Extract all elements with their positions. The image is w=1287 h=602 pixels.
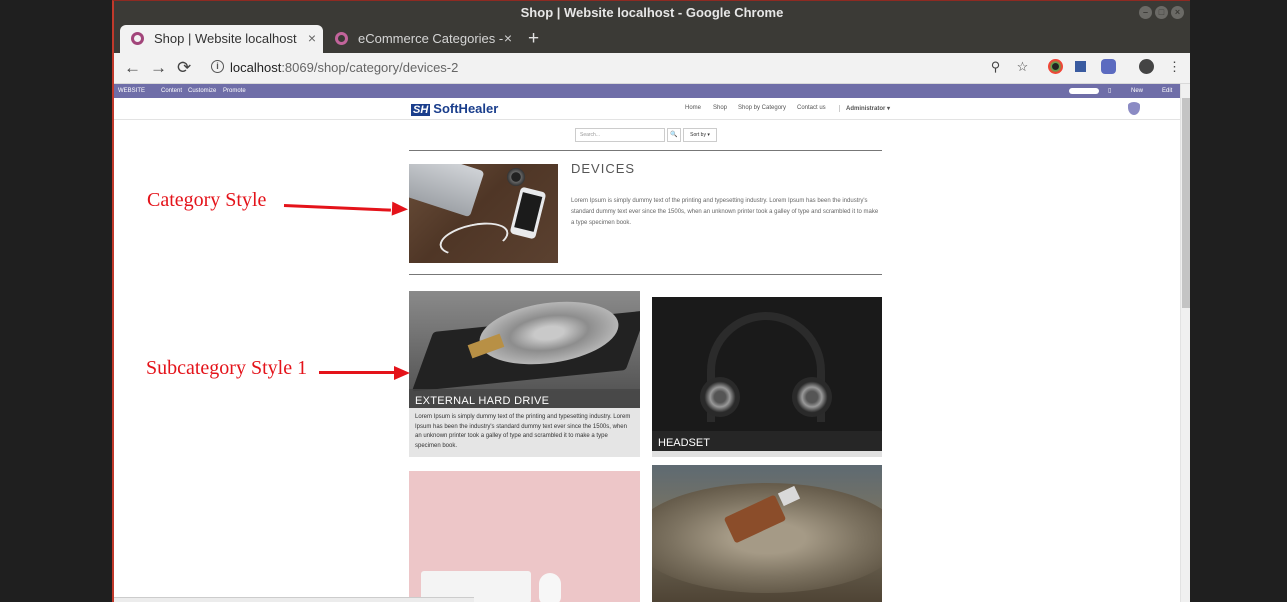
nav-shop[interactable]: Shop [713,105,727,111]
category-description: Lorem Ipsum is simply dummy text of the … [571,198,879,226]
publish-toggle[interactable] [1069,88,1099,94]
status-bar [114,597,474,602]
odoo-favicon-icon [335,32,348,45]
annotation-arrow [283,204,391,212]
subcategory-title: EXTERNAL HARD DRIVE [415,395,550,407]
extension-shield-icon[interactable] [1101,59,1116,74]
search-icon: 🔍 [670,132,678,138]
edit-button[interactable]: Edit [1162,84,1172,98]
mobile-preview-icon[interactable]: ▯ [1108,84,1111,98]
close-window-button[interactable]: × [1171,6,1184,19]
softhealer-logo[interactable]: SH SoftHealer [411,101,498,116]
tab-strip: Shop | Website localhost × eCommerce Cat… [114,25,1190,53]
headset-cup-right [792,377,832,417]
sort-by-dropdown[interactable]: Sort by ▾ [683,128,717,142]
new-tab-button[interactable]: + [528,25,539,53]
new-button[interactable]: New [1131,84,1143,98]
promote-menu[interactable]: Promote [223,84,246,98]
arrow-head-icon [391,201,409,217]
desktop-background-left [0,0,112,602]
extension-color-icon[interactable] [1048,59,1063,74]
tab-shop[interactable]: Shop | Website localhost × [120,25,323,53]
minimize-button[interactable]: – [1139,6,1152,19]
forward-button[interactable]: → [150,58,167,78]
subcategory-description: Lorem Ipsum is simply dummy text of the … [415,414,631,449]
subcategory-title: HEADSET [658,437,710,449]
content-menu[interactable]: Content [161,84,182,98]
annotation-subcategory-style: Subcategory Style 1 [146,357,308,379]
mouse-illustration [539,573,561,602]
tab-ecommerce-categories[interactable]: eCommerce Categories - × [324,25,519,53]
profile-avatar-icon[interactable] [1139,59,1154,74]
logo-mark: SH [411,104,431,116]
nav-shop-by-category[interactable]: Shop by Category [738,105,786,111]
chrome-menu-icon[interactable]: ⋮ [1167,59,1182,74]
subcategory-card-usb[interactable] [652,465,882,602]
tab-close-icon[interactable]: × [504,25,512,52]
logo-text: SoftHealer [433,101,499,116]
odoo-website-bar: WEBSITE Content Customize Promote ▯ New … [114,84,1180,98]
window-title: Shop | Website localhost - Google Chrome [520,5,784,20]
nav-home[interactable]: Home [685,105,701,111]
search-button[interactable]: 🔍 [667,128,681,142]
url-host: localhost [230,60,282,75]
odoo-favicon-icon [131,32,144,45]
url-path: :8069/shop/category/devices-2 [281,60,459,75]
tab-close-icon[interactable]: × [308,25,316,52]
tab-label: Shop | Website localhost [154,31,297,46]
divider [409,274,882,275]
headset-cup-left [700,377,740,417]
address-bar[interactable]: localhost:8069/shop/category/devices-2 [230,59,458,77]
back-button[interactable]: ← [124,58,141,78]
arrow-head-icon [394,366,410,380]
browser-window: Shop | Website localhost - Google Chrome… [112,0,1190,602]
category-title: DEVICES [571,161,636,176]
site-info-icon[interactable]: i [211,60,224,73]
window-titlebar: Shop | Website localhost - Google Chrome… [114,1,1190,25]
customize-menu[interactable]: Customize [188,84,216,98]
annotation-arrow [319,371,395,374]
subcategory-card-keyboard[interactable] [409,471,640,602]
site-navbar: SH SoftHealer Home Shop Shop by Category … [114,98,1180,120]
bookmark-star-icon[interactable]: ☆ [1015,59,1030,74]
scrollbar-thumb[interactable] [1182,98,1190,308]
devices-category-image[interactable] [409,164,558,263]
card-footer [652,451,882,457]
zoom-icon[interactable]: ⚲ [988,59,1003,74]
subcategory-card-headset[interactable]: HEADSET [652,297,882,457]
maximize-button[interactable]: □ [1155,6,1168,19]
annotation-category-style: Category Style [147,189,267,211]
smartphone-illustration [509,186,547,240]
divider [409,150,882,151]
window-controls: – □ × [1139,6,1184,19]
page-scrollbar[interactable] [1180,84,1190,602]
subcategory-card-external-hard-drive[interactable]: EXTERNAL HARD DRIVE Lorem Ipsum is simpl… [409,291,640,457]
user-menu[interactable]: Administrator ▾ [839,105,890,112]
website-menu[interactable]: WEBSITE [118,84,145,98]
browser-toolbar: ← → ⟳ i localhost:8069/shop/category/dev… [114,53,1190,84]
desktop-background-right [1190,0,1287,602]
extension-window-icon[interactable] [1075,61,1086,72]
laptop-illustration [409,164,485,218]
nav-contact-us[interactable]: Contact us [797,105,826,111]
search-input[interactable]: Search... [575,128,665,142]
earphones-illustration [436,217,512,261]
camera-lens-illustration [507,168,525,186]
tab-label: eCommerce Categories - [358,31,503,46]
reload-button[interactable]: ⟳ [177,58,191,78]
